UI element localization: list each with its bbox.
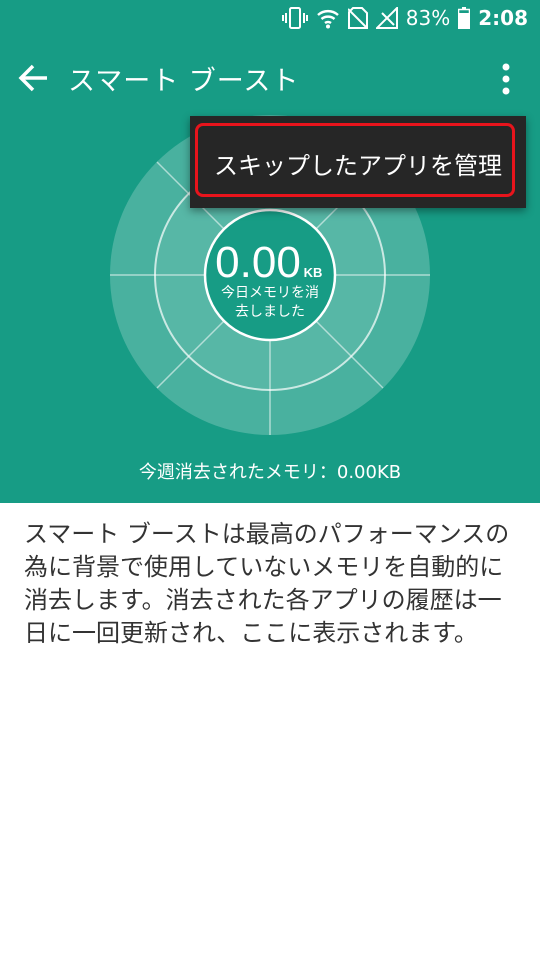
wifi-icon (316, 7, 340, 29)
page-title: スマート ブースト (68, 66, 300, 97)
more-vert-icon[interactable] (500, 62, 512, 96)
gauge-unit: KB (304, 265, 323, 280)
gauge-caption-line2: 去しました (235, 304, 305, 320)
overflow-menu: スキップしたアプリを管理 (190, 116, 526, 208)
menu-item-manage-skipped-apps[interactable]: スキップしたアプリを管理 (214, 146, 502, 181)
description-text: スマート ブーストは最高のパフォーマンスの為に背景で使用していないメモリを自動的… (24, 520, 510, 647)
signal-icon (375, 7, 398, 29)
status-bar: 83% 2:08 (0, 0, 540, 38)
weekly-summary: 今週消去されたメモリ：0.00KB (138, 462, 402, 483)
gauge-caption-line1: 今日メモリを消 (221, 285, 319, 301)
no-sim-icon (347, 7, 368, 29)
app-bar: スマート ブースト (0, 40, 540, 114)
vibrate-icon (281, 7, 308, 29)
gauge-value: 0.00 (215, 238, 301, 287)
battery-icon (458, 7, 471, 29)
battery-percent: 83% (405, 6, 451, 30)
arrow-back-icon[interactable] (18, 62, 50, 94)
clock: 2:08 (478, 6, 528, 30)
